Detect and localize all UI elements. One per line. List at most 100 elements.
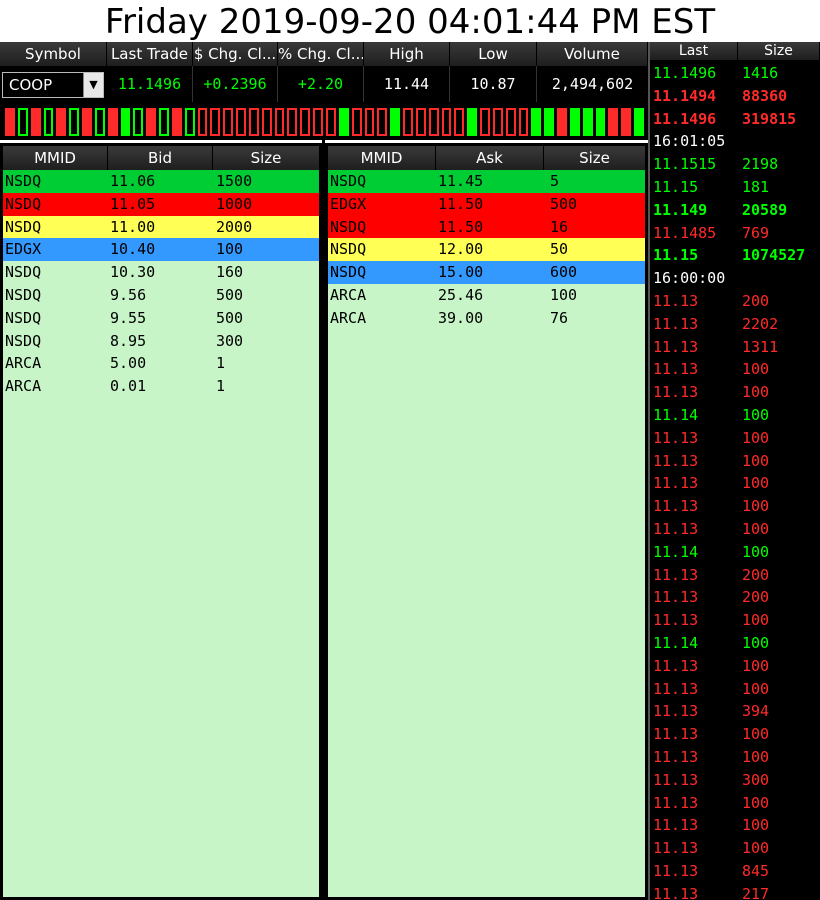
ts-size: 100 (742, 451, 770, 470)
ask-row[interactable]: NSDQ 15.00 600 (328, 261, 645, 285)
bid-header-price[interactable]: Bid (108, 146, 213, 170)
tick-indicator-bar (0, 102, 648, 140)
ts-header-last[interactable]: Last (650, 42, 738, 60)
bid-mmid: NSDQ (5, 331, 42, 350)
ask-row[interactable]: NSDQ 11.45 5 (328, 170, 645, 193)
bid-row[interactable]: EDGX 10.40 100 (3, 238, 319, 262)
ts-row: 11.13 100 (650, 609, 820, 632)
ts-size: 100 (742, 634, 770, 652)
header-percent-change[interactable]: % Chg. Cl... (278, 42, 364, 66)
tick-mark (364, 108, 375, 136)
tick-mark (454, 108, 465, 136)
bid-row[interactable]: NSDQ 8.95 300 (3, 330, 319, 353)
ts-last: 11.13 (653, 588, 699, 607)
tick-mark (480, 108, 490, 136)
ask-header-size[interactable]: Size (544, 146, 645, 170)
symbol-select[interactable]: COOP ▼ (2, 72, 104, 98)
ask-mmid: NSDQ (330, 240, 367, 259)
tick-mark (5, 108, 15, 136)
bid-size: 300 (216, 331, 244, 350)
ask-header-mmid[interactable]: MMID (328, 146, 436, 170)
header-high[interactable]: High (364, 42, 450, 66)
ts-row: 11.13 100 (650, 518, 820, 541)
header-symbol[interactable]: Symbol (0, 42, 107, 66)
bid-price: 9.55 (110, 308, 147, 327)
bid-book-panel: MMID Bid Size NSDQ 11.06 1500 NSDQ 11.05 1000… (0, 143, 322, 900)
ts-row: 11.13 100 (650, 746, 820, 769)
bid-row[interactable]: NSDQ 9.56 500 (3, 284, 319, 307)
ts-size: 100 (742, 611, 770, 630)
ask-row[interactable]: ARCA 39.00 76 (328, 307, 645, 330)
ask-mmid: NSDQ (330, 172, 367, 190)
tick-mark (171, 108, 182, 136)
ask-row[interactable]: EDGX 11.50 500 (328, 192, 645, 216)
bid-price: 5.00 (110, 354, 147, 373)
bid-header-size[interactable]: Size (213, 146, 319, 170)
ts-size: 2198 (742, 155, 779, 174)
tick-mark (415, 108, 426, 136)
ts-last: 11.13 (653, 816, 699, 835)
ts-size: 200 (742, 565, 770, 584)
ts-last: 11.13 (653, 292, 699, 310)
bid-row[interactable]: NSDQ 11.06 1500 (3, 170, 319, 193)
bid-row[interactable]: ARCA 5.00 1 (3, 352, 319, 375)
bid-header-mmid[interactable]: MMID (3, 146, 108, 170)
ts-last: 11.13 (653, 884, 699, 900)
ts-size: 100 (742, 679, 770, 698)
bid-price: 11.00 (110, 217, 156, 236)
tick-mark (403, 108, 413, 136)
ts-row: 11.14 100 (650, 404, 820, 427)
ask-row[interactable]: ARCA 25.46 100 (328, 284, 645, 307)
header-last-trade[interactable]: Last Trade (107, 42, 193, 66)
ts-size: 100 (742, 839, 770, 858)
bid-row[interactable]: NSDQ 9.55 500 (3, 307, 319, 330)
bid-mmid: ARCA (5, 354, 42, 373)
bid-price: 10.40 (110, 240, 156, 259)
ask-size: 600 (550, 263, 578, 282)
bid-row[interactable]: NSDQ 11.05 1000 (3, 192, 319, 216)
tick-mark (377, 108, 388, 136)
ts-row: 11.13 1311 (650, 336, 820, 359)
header-low[interactable]: Low (450, 42, 537, 66)
tick-mark (634, 108, 644, 136)
tick-mark (210, 108, 221, 136)
ts-time: 16:01:05 (653, 132, 726, 151)
header-volume[interactable]: Volume (537, 42, 648, 66)
ts-last: 11.13 (653, 679, 699, 698)
tick-mark (94, 108, 105, 136)
ts-row: 11.13 100 (650, 723, 820, 746)
ts-last: 11.13 (653, 314, 699, 333)
tick-mark (338, 108, 349, 136)
ask-row[interactable]: NSDQ 12.00 50 (328, 238, 645, 262)
ts-last: 11.13 (653, 497, 699, 516)
bid-row[interactable]: NSDQ 11.00 2000 (3, 215, 319, 239)
tick-mark (582, 108, 593, 136)
bid-size: 160 (216, 263, 244, 282)
ts-size: 300 (742, 770, 770, 789)
ts-row: 11.14 100 (650, 541, 820, 564)
ts-row: 11.13 100 (650, 814, 820, 837)
ask-header-price[interactable]: Ask (436, 146, 544, 170)
ask-row[interactable]: NSDQ 11.50 16 (328, 215, 645, 239)
tick-mark (621, 108, 632, 136)
bid-size: 100 (216, 240, 244, 259)
ts-row: 11.13 100 (650, 472, 820, 495)
bid-size: 1 (216, 377, 226, 396)
ts-last: 11.1496 (653, 64, 717, 82)
tick-mark (184, 108, 195, 136)
bid-row[interactable]: NSDQ 10.30 160 (3, 261, 319, 284)
tick-mark (518, 108, 529, 136)
ts-last: 11.13 (653, 862, 699, 880)
ts-row: 11.15 1074527 (650, 244, 820, 267)
chevron-down-icon[interactable]: ▼ (83, 73, 103, 97)
ts-header-size[interactable]: Size (738, 42, 820, 60)
ts-last: 11.13 (653, 656, 699, 675)
ts-row: 11.13 100 (650, 358, 820, 381)
bid-size: 2000 (216, 217, 253, 236)
ts-last: 11.15 (653, 178, 699, 196)
ts-size: 200 (742, 588, 770, 607)
header-dollar-change[interactable]: $ Chg. Cl... (193, 42, 278, 66)
bid-book-header: MMID Bid Size (3, 146, 319, 170)
bid-row[interactable]: ARCA 0.01 1 (3, 375, 319, 398)
symbol-value: COOP (9, 76, 53, 94)
